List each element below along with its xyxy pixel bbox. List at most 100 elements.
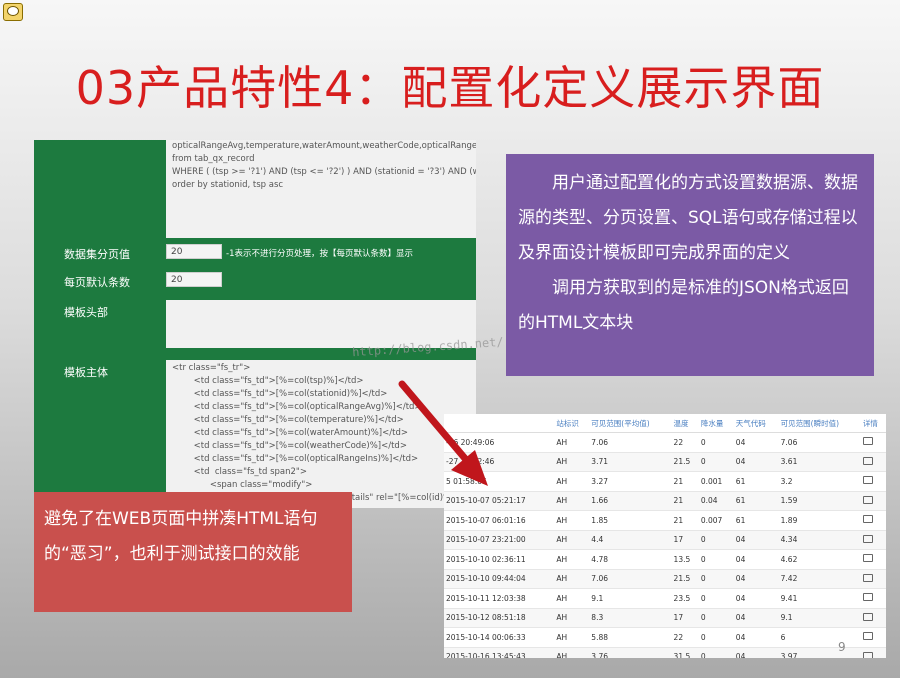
table-cell: 17 (671, 530, 699, 550)
table-cell: 2015-10-07 23:21:00 (444, 530, 555, 550)
table-row: 2015-10-07 06:01:16 AH 1.85 21 0.007 61 1.89 (444, 510, 886, 531)
red-note: 避免了在WEB页面中拼凑HTML语句的“恶习”，也利于测试接口的效能 (34, 492, 352, 612)
details-icon[interactable] (862, 632, 873, 641)
table-row: 5 01:58:05 AH 3.27 21 0.001 61 3.2 (444, 471, 886, 492)
table-row: 2015-10-12 08:51:18 AH 8.3 17 0 04 9.1 (444, 608, 886, 628)
table-cell: AH (554, 627, 590, 648)
table-cell: 31.5 (671, 647, 699, 658)
table-cell: 0 (698, 549, 734, 570)
details-cell[interactable] (860, 471, 886, 492)
details-cell[interactable] (860, 491, 886, 511)
template-line: <td class="fs_td">[%=col(waterAmount)%]<… (172, 428, 408, 438)
details-cell[interactable] (860, 510, 886, 531)
table-cell: 21 (671, 491, 699, 511)
table-cell: 4.34 (778, 530, 861, 550)
table-cell: 61 (733, 510, 779, 531)
table-cell: 5 01:58:05 (444, 471, 555, 492)
table-cell: 04 (733, 549, 779, 570)
table-row: 2015-10-10 02:36:11 AH 4.78 13.5 0 04 4.62 (444, 549, 886, 570)
purple-note-paragraph-2: 调用方获取到的是标准的JSON格式返回的HTML文本块 (518, 278, 849, 333)
details-icon[interactable] (862, 573, 873, 582)
details-icon[interactable] (862, 495, 873, 504)
table-cell: 4.78 (589, 549, 672, 570)
column-header: 温度 (671, 414, 699, 433)
table-cell: 2015-10-12 08:51:18 (444, 608, 555, 628)
details-cell[interactable] (860, 530, 886, 550)
details-icon[interactable] (862, 612, 873, 621)
details-icon[interactable] (862, 515, 873, 524)
table-cell: AH (554, 432, 590, 453)
table-row: -27 20:12:46 AH 3.71 21.5 0 04 3.61 (444, 452, 886, 472)
table-cell: 13.5 (671, 549, 699, 570)
template-header-label: 模板头部 (64, 306, 108, 319)
default-rows-input[interactable]: 20 (166, 272, 222, 287)
details-cell[interactable] (860, 569, 886, 589)
column-header: 天气代码 (733, 414, 779, 433)
details-cell[interactable] (860, 432, 886, 453)
table-cell: 04 (733, 452, 779, 472)
sql-textarea[interactable]: opticalRangeAvg,temperature,waterAmount,… (166, 140, 476, 238)
details-cell[interactable] (860, 647, 886, 658)
template-line: <td class="fs_td span2"> (172, 467, 307, 477)
table-cell: AH (554, 530, 590, 550)
table-cell: AH (554, 471, 590, 492)
table-cell: 04 (733, 588, 779, 609)
details-cell[interactable] (860, 549, 886, 570)
result-table: 站标识 可见范围(平均值) 温度 降水量 天气代码 可见范围(瞬时值) 详情 -26 20:… (444, 414, 886, 658)
sql-line: opticalRangeAvg,temperature,waterAmount,… (172, 141, 476, 151)
table-row: 2015-10-11 12:03:38 AH 9.1 23.5 0 04 9.41 (444, 588, 886, 609)
default-rows-label: 每页默认条数 (64, 276, 130, 289)
sql-line: WHERE ( (tsp >= '?1') AND (tsp <= '?2') … (172, 167, 476, 177)
comment-icon[interactable] (3, 3, 23, 21)
template-line: <td class="fs_td">[%=col(tsp)%]</td> (172, 376, 364, 386)
template-line: <td class="fs_td">[%=col(weatherCode)%]<… (172, 441, 407, 451)
table-cell: 0 (698, 530, 734, 550)
table-cell: 3.2 (778, 471, 861, 492)
table-cell: 21.5 (671, 569, 699, 589)
table-cell: 0 (698, 432, 734, 453)
template-body-label: 模板主体 (64, 366, 108, 379)
table-cell: AH (554, 647, 590, 658)
table-cell: 7.06 (589, 569, 672, 589)
sql-line: from tab_qx_record (172, 154, 255, 164)
page-number: 9 (838, 640, 846, 654)
purple-note: 用户通过配置化的方式设置数据源、数据源的类型、分页设置、SQL语句或存储过程以及… (506, 154, 874, 376)
table-cell: 3.97 (778, 647, 861, 658)
details-icon[interactable] (862, 476, 873, 485)
details-cell[interactable] (860, 588, 886, 609)
table-cell: AH (554, 588, 590, 609)
column-header: 详情 (860, 414, 886, 433)
details-icon[interactable] (862, 554, 873, 563)
table-cell: 3.71 (589, 452, 672, 472)
table-cell: 04 (733, 647, 779, 658)
details-icon[interactable] (862, 456, 873, 465)
table-cell: 0 (698, 627, 734, 648)
table-row: -26 20:49:06 AH 7.06 22 0 04 7.06 (444, 432, 886, 453)
table-cell: AH (554, 452, 590, 472)
table-cell: 22 (671, 432, 699, 453)
details-cell[interactable] (860, 608, 886, 628)
template-body-textarea[interactable]: <tr class="fs_tr"> <td class="fs_td">[%=… (166, 360, 476, 508)
template-line: <td class="fs_td">[%=col(stationid)%]</t… (172, 389, 388, 399)
table-cell: 0.007 (698, 510, 734, 531)
table-cell: 3.76 (589, 647, 672, 658)
table-cell: 4.4 (589, 530, 672, 550)
table-cell: 61 (733, 471, 779, 492)
details-icon[interactable] (862, 534, 873, 543)
details-icon[interactable] (862, 437, 873, 446)
table-cell: 7.06 (778, 432, 861, 453)
details-icon[interactable] (862, 593, 873, 602)
page-size-input[interactable]: 20 (166, 244, 222, 259)
details-cell[interactable] (860, 627, 886, 648)
table-cell: 0 (698, 569, 734, 589)
details-icon[interactable] (862, 651, 873, 658)
column-header: 可见范围(平均值) (589, 414, 672, 433)
table-cell: 0 (698, 588, 734, 609)
table-cell: 3.61 (778, 452, 861, 472)
table-cell: 2015-10-07 05:21:17 (444, 491, 555, 511)
template-line: <tr class="fs_tr"> (172, 363, 251, 373)
details-cell[interactable] (860, 452, 886, 472)
table-cell: 22 (671, 627, 699, 648)
table-cell: 0.001 (698, 471, 734, 492)
table-cell: 04 (733, 432, 779, 453)
